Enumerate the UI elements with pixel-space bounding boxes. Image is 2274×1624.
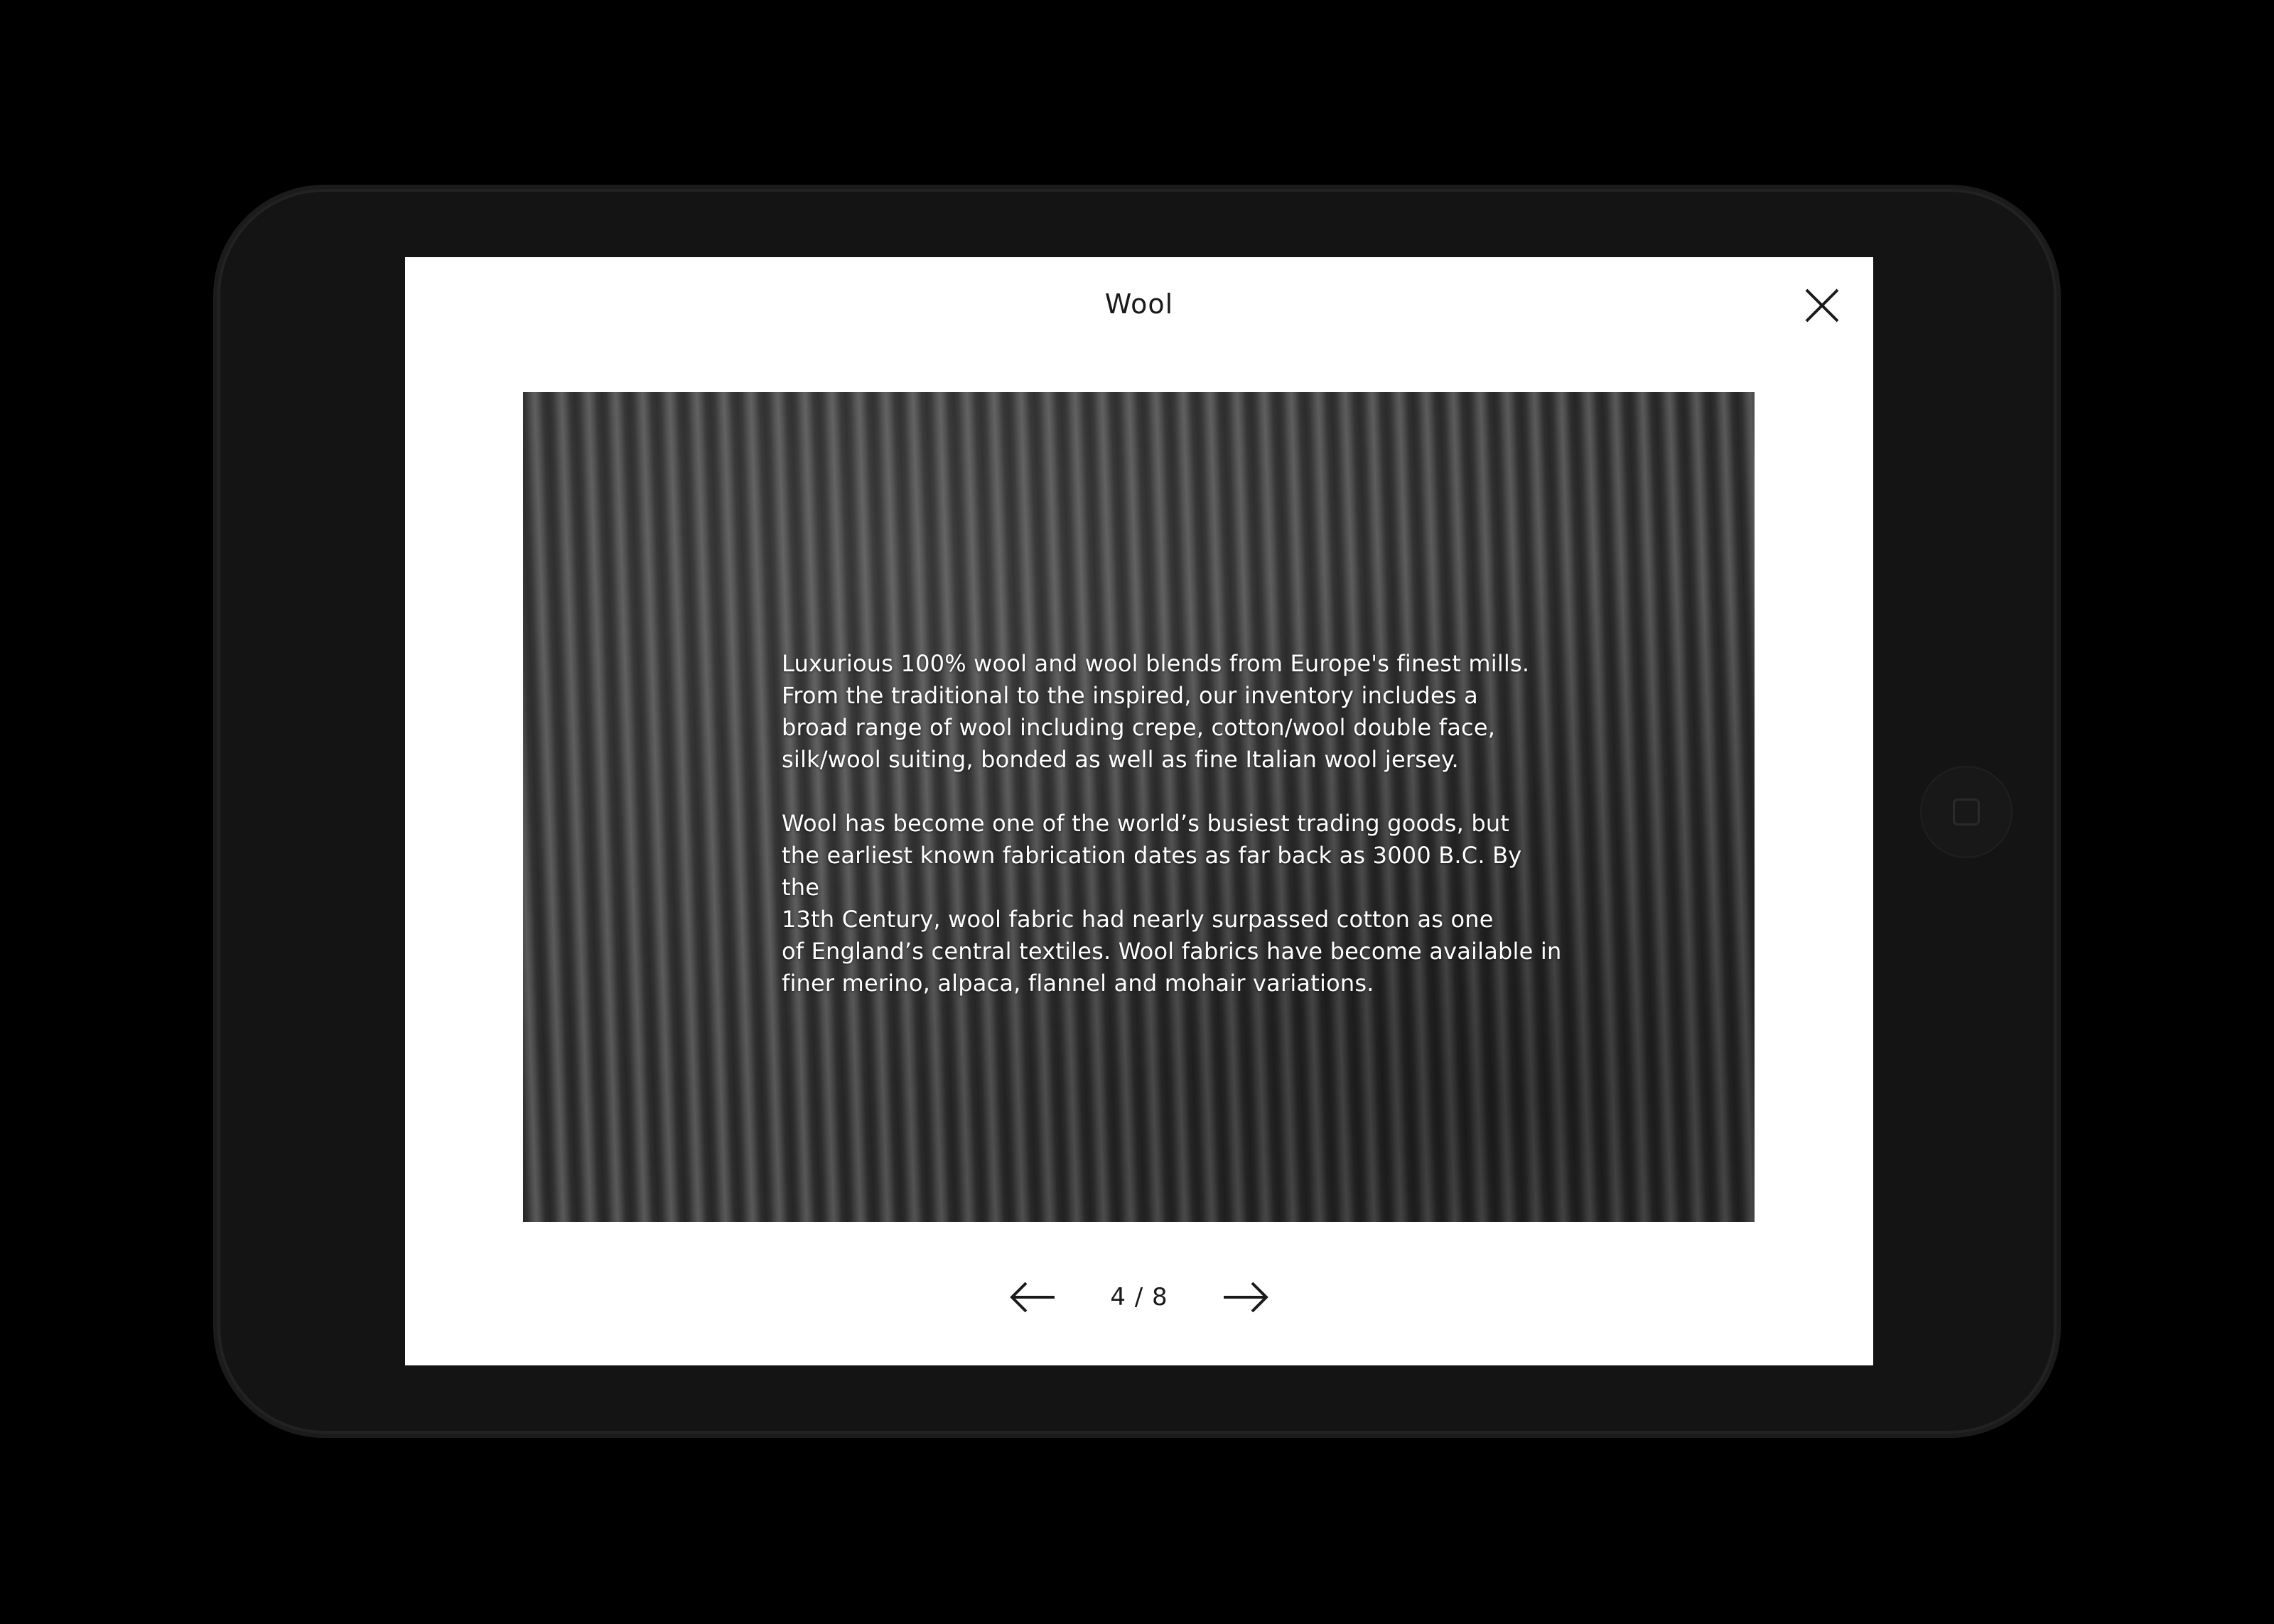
modal-title: Wool [1104,288,1174,320]
description-paragraph-1: Luxurious 100% wool and wool blends from… [782,650,1530,773]
home-square-icon [1953,799,1980,825]
previous-button[interactable] [1008,1276,1057,1319]
close-icon [1805,288,1839,323]
next-button[interactable] [1221,1276,1271,1319]
close-button[interactable] [1802,286,1842,325]
wool-hero-image: Luxurious 100% wool and wool blends from… [523,392,1755,1222]
description-paragraph-2: Wool has become one of the world’s busie… [782,810,1562,997]
description-text: Luxurious 100% wool and wool blends from… [782,648,1563,1032]
arrow-left-icon [1010,1282,1055,1313]
modal-dialog: Wool Luxurious 100% wool and wool blends… [405,257,1873,1365]
arrow-right-icon [1224,1282,1268,1313]
home-button[interactable] [1920,766,2012,858]
page-indicator: 4 / 8 [1110,1283,1168,1311]
pagination: 4 / 8 [405,1276,1873,1319]
